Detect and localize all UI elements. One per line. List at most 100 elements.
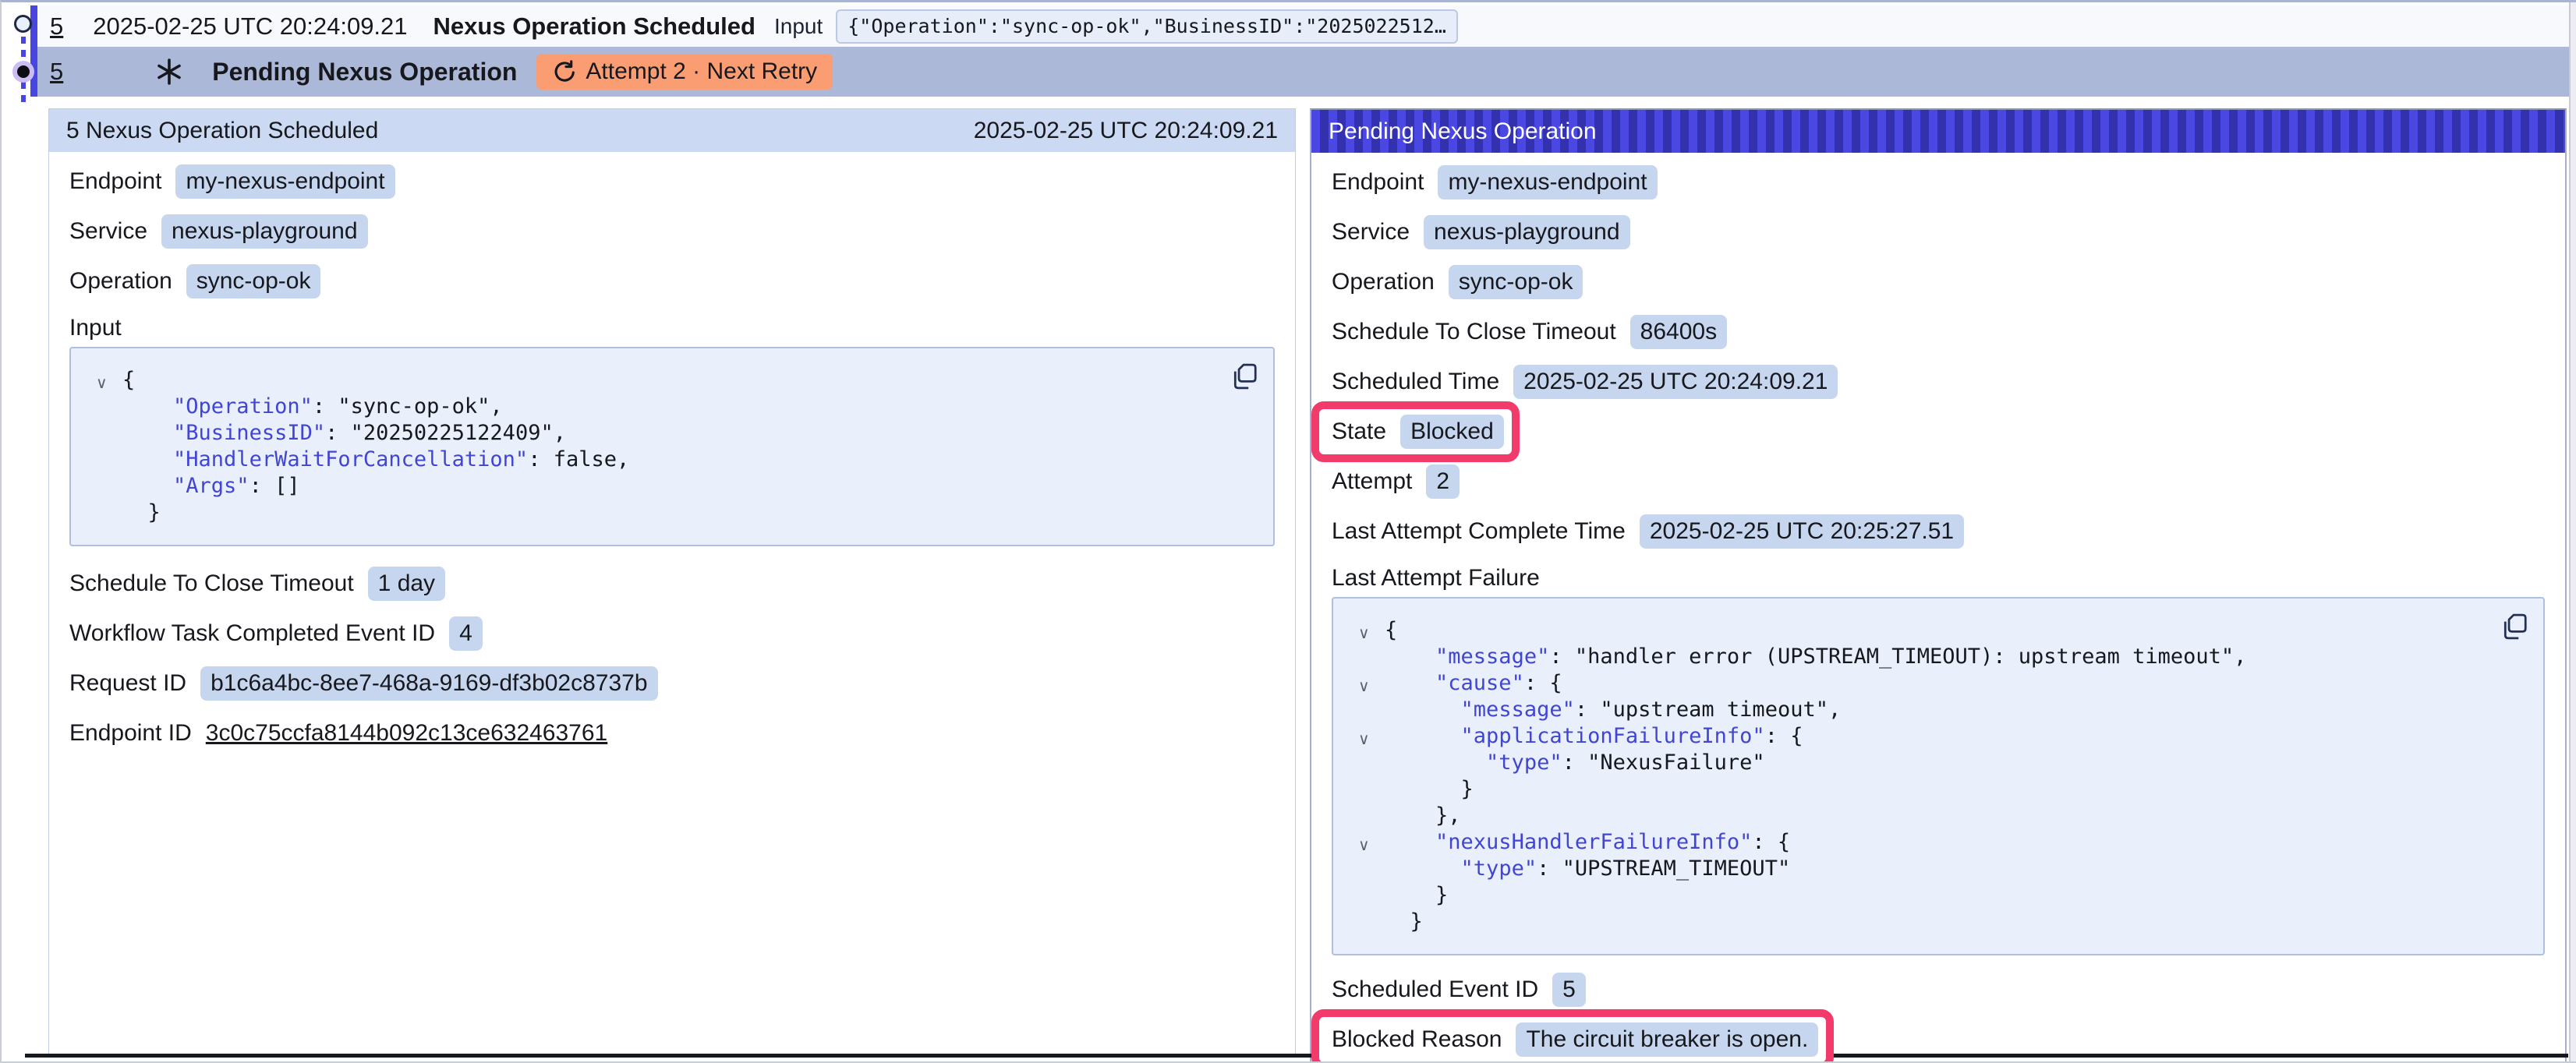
field-value-chip: 4 [449,616,483,651]
pending-panel-title: Pending Nexus Operation [1329,118,1597,145]
input-json-viewer: ∨{ "Operation": "sync-op-ok", "BusinessI… [69,347,1275,546]
bottom-divider [25,1054,2568,1058]
json-line: "type": "NexusFailure" [1385,750,2521,776]
field-value-chip: sync-op-ok [186,264,321,298]
field-value-chip: 86400s [1630,315,1727,349]
event-row-scheduled[interactable]: 5 2025-02-25 UTC 20:24:09.21 Nexus Opera… [37,5,2571,47]
field-last-attempt-complete-time: Last Attempt Complete Time 2025-02-25 UT… [1332,514,2545,549]
json-line: } [1385,909,2521,935]
field-service: Service nexus-playground [69,214,1275,249]
field-endpoint-id: Endpoint ID 3c0c75ccfa8144b092c13ce63246… [69,716,1275,750]
field-label: Schedule To Close Timeout [1332,319,1616,345]
field-label: Operation [69,268,172,295]
event-id-link[interactable]: 5 [50,12,63,41]
field-label: Schedule To Close Timeout [69,570,354,597]
json-line: "type": "UPSTREAM_TIMEOUT" [1385,856,2521,882]
field-workflow-task-completed-event-id: Workflow Task Completed Event ID 4 [69,616,1275,651]
timeline-event-marker-icon [14,15,32,33]
field-value-chip: 2 [1426,464,1460,499]
left-panel-header: 5 Nexus Operation Scheduled 2025-02-25 U… [49,109,1295,152]
field-label: Scheduled Event ID [1332,976,1538,1003]
event-row-pending[interactable]: 5 Pending Nexus Operation Attempt 2 · Ne… [37,47,2571,97]
endpoint-id-link[interactable]: 3c0c75ccfa8144b092c13ce632463761 [206,720,607,747]
retry-badge-label: Attempt 2 · Next Retry [586,58,817,85]
selected-event-accent-bar [30,5,37,97]
scrollbar-track[interactable] [2569,2,2576,1063]
json-line: }, [1385,803,2521,829]
event-history-viewport: 5 2025-02-25 UTC 20:24:09.21 Nexus Opera… [0,0,2576,1063]
collapse-chevron-icon[interactable]: ∨ [1358,832,1370,859]
field-value-chip: nexus-playground [161,214,368,249]
input-label: Input [774,14,823,39]
field-value-chip: sync-op-ok [1449,265,1583,299]
failure-json-viewer: ∨{ "message": "handler error (UPSTREAM_T… [1332,597,2545,955]
json-line: ∨{ [122,367,1251,394]
last-attempt-failure-label: Last Attempt Failure [1332,564,2545,592]
event-id-link[interactable]: 5 [50,58,63,86]
field-operation: Operation sync-op-ok [69,264,1275,298]
field-label: Service [1332,219,1410,245]
field-attempt: Attempt 2 [1332,464,2545,499]
field-label: State [1332,418,1386,445]
field-value-chip: 2025-02-25 UTC 20:25:27.51 [1640,514,1964,549]
json-line: "HandlerWaitForCancellation": false, [122,447,1251,473]
retry-attempt-badge: Attempt 2 · Next Retry [536,54,833,90]
field-service: Service nexus-playground [1332,215,2545,249]
field-operation: Operation sync-op-ok [1332,265,2545,299]
json-line: "BusinessID": "20250225122409", [122,420,1251,447]
collapse-chevron-icon[interactable]: ∨ [96,370,108,397]
retry-icon [552,60,576,84]
json-line: "Operation": "sync-op-ok", [122,394,1251,420]
field-label: Endpoint ID [69,720,192,747]
timeline-connector [21,82,26,108]
field-value-chip: nexus-playground [1424,215,1630,249]
field-value-chip: b1c6a4bc-8ee7-468a-9169-df3b02c8737b [200,666,657,701]
field-value-chip: 5 [1552,973,1586,1007]
event-timestamp: 2025-02-25 UTC 20:24:09.21 [93,12,407,41]
json-line: ∨ "nexusHandlerFailureInfo": { [1385,829,2521,856]
pending-asterisk-icon [155,58,183,86]
input-preview-chip[interactable]: {"Operation":"sync-op-ok","BusinessID":"… [836,9,1458,44]
pending-title: Pending Nexus Operation [212,58,517,87]
json-line: ∨{ [1385,617,2521,644]
field-scheduled-time: Scheduled Time 2025-02-25 UTC 20:24:09.2… [1332,365,2545,399]
field-value-chip: my-nexus-endpoint [175,164,395,199]
field-schedule-to-close: Schedule To Close Timeout 86400s [1332,315,2545,349]
scheduled-event-detail-panel: 5 Nexus Operation Scheduled 2025-02-25 U… [48,108,1296,1056]
json-line: "Args": [] [122,473,1251,500]
left-panel-title: 5 Nexus Operation Scheduled [66,118,378,144]
json-line: ∨ "cause": { [1385,670,2521,697]
blocked-reason-annotation-box: Blocked Reason The circuit breaker is op… [1332,1022,1818,1057]
collapse-chevron-icon[interactable]: ∨ [1358,673,1370,700]
pending-panel-header: Pending Nexus Operation [1311,110,2565,153]
field-label: Request ID [69,670,186,697]
state-value-chip: Blocked [1400,415,1504,449]
field-label: Attempt [1332,468,1412,495]
input-section-label: Input [69,314,1275,342]
timeline-connector [21,37,26,60]
field-label: Workflow Task Completed Event ID [69,620,435,647]
left-panel-timestamp: 2025-02-25 UTC 20:24:09.21 [974,118,1278,144]
field-label: Blocked Reason [1332,1026,1502,1053]
collapse-chevron-icon[interactable]: ∨ [1358,726,1370,753]
field-endpoint: Endpoint my-nexus-endpoint [69,164,1275,199]
blocked-reason-chip: The circuit breaker is open. [1516,1022,1818,1057]
field-value-chip: my-nexus-endpoint [1438,165,1657,200]
field-value-chip: 1 day [368,567,445,601]
collapse-chevron-icon[interactable]: ∨ [1358,620,1370,647]
state-annotation-box: State Blocked [1332,415,1504,449]
field-label: Endpoint [69,168,161,195]
json-line: "message": "upstream timeout", [1385,697,2521,723]
field-label: Last Attempt Complete Time [1332,518,1626,545]
field-request-id: Request ID b1c6a4bc-8ee7-468a-9169-df3b0… [69,666,1275,701]
timeline-current-marker-icon [12,61,34,83]
json-line: } [1385,882,2521,909]
json-line: "message": "handler error (UPSTREAM_TIME… [1385,644,2521,670]
field-label: Service [69,218,147,245]
field-schedule-to-close: Schedule To Close Timeout 1 day [69,567,1275,601]
event-type-label: Nexus Operation Scheduled [433,12,755,41]
pending-operation-panel: Pending Nexus Operation Endpoint my-nexu… [1310,108,2567,1063]
field-endpoint: Endpoint my-nexus-endpoint [1332,165,2545,200]
field-scheduled-event-id: Scheduled Event ID 5 [1332,973,2545,1007]
field-label: Operation [1332,269,1435,295]
